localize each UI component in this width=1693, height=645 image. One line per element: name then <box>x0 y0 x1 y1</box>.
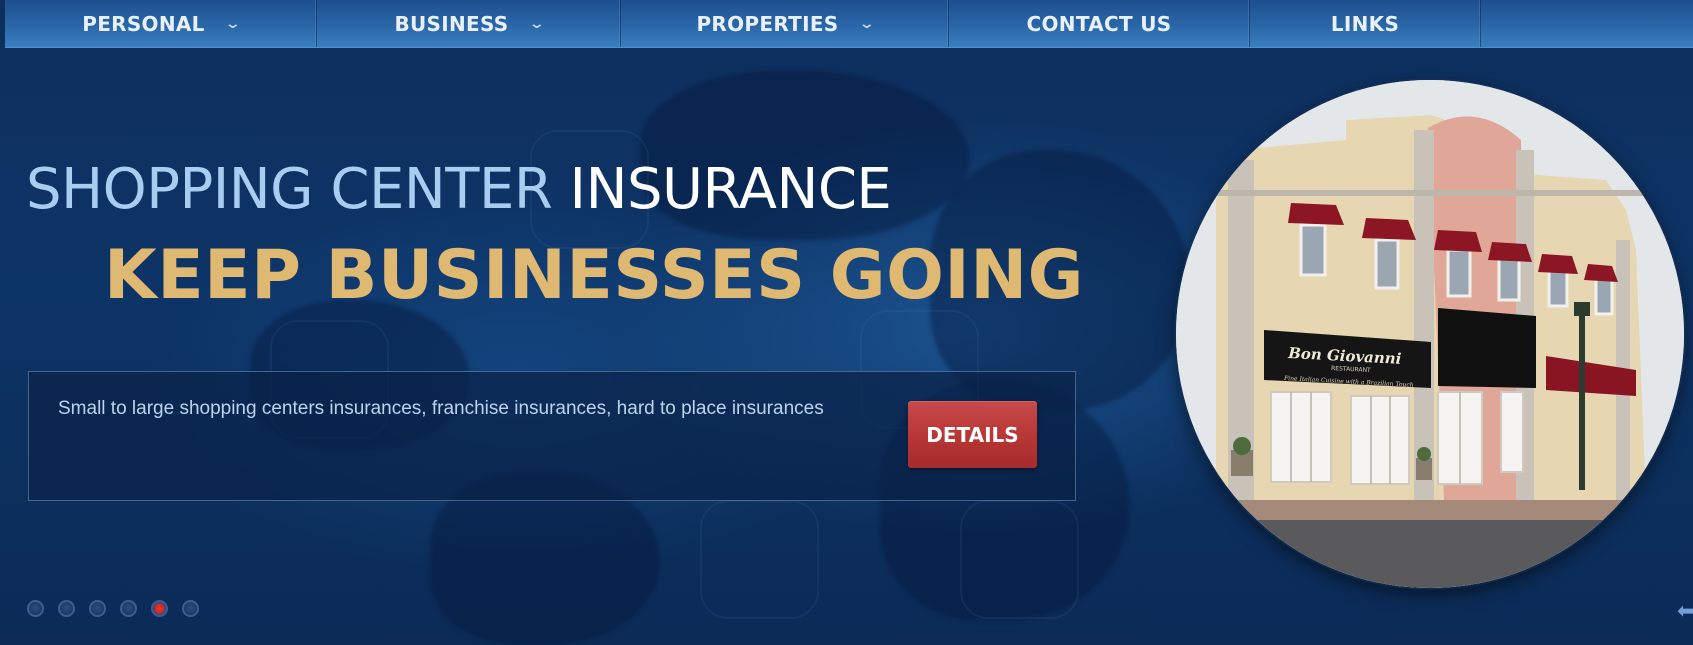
nav-item-label: LINKS <box>1330 11 1400 36</box>
slider-dot-1[interactable] <box>27 600 44 617</box>
building-illustration: Bon Giovanni RESTAURANT Fine Italian Cui… <box>1176 80 1684 588</box>
nav-item-label: PROPERTIES <box>696 11 839 36</box>
slider-dot-6[interactable] <box>182 600 199 617</box>
nav-item-properties[interactable]: PROPERTIES ⌄ <box>621 0 949 47</box>
chevron-down-icon: ⌄ <box>528 15 545 32</box>
shopping-center-photo: Bon Giovanni RESTAURANT Fine Italian Cui… <box>1176 80 1684 588</box>
map-tile <box>700 500 819 619</box>
arrow-left-icon[interactable]: ⬅ <box>1677 600 1693 622</box>
headline-part-2: INSURANCE <box>552 157 892 222</box>
chevron-down-icon: ⌄ <box>858 15 875 32</box>
nav-item-personal[interactable]: PERSONAL ⌄ <box>5 0 317 47</box>
description-box: Small to large shopping centers insuranc… <box>28 371 1076 501</box>
map-tile <box>960 500 1079 619</box>
slider-dot-2[interactable] <box>58 600 75 617</box>
nav-filler <box>1481 0 1693 47</box>
hero-slider: PERSONAL ⌄ BUSINESS ⌄ PROPERTIES ⌄ CONTA… <box>0 0 1693 645</box>
nav-item-label: PERSONAL <box>82 11 205 36</box>
hero-tagline: KEEP BUSINESSES GOING <box>104 236 1084 315</box>
nav-item-business[interactable]: BUSINESS ⌄ <box>317 0 621 47</box>
main-nav: PERSONAL ⌄ BUSINESS ⌄ PROPERTIES ⌄ CONTA… <box>5 0 1693 48</box>
nav-item-label: BUSINESS <box>394 11 509 36</box>
slider-dot-4[interactable] <box>120 600 137 617</box>
slider-dot-5[interactable] <box>151 600 168 617</box>
nav-item-contact-us[interactable]: CONTACT US <box>949 0 1250 47</box>
hero-headline: SHOPPING CENTER INSURANCE <box>26 162 892 218</box>
hero-description: Small to large shopping centers insuranc… <box>58 398 824 419</box>
slider-dot-3[interactable] <box>89 600 106 617</box>
slider-pager <box>27 600 199 617</box>
nav-item-links[interactable]: LINKS <box>1250 0 1481 47</box>
details-button[interactable]: DETAILS <box>908 401 1037 468</box>
chevron-down-icon: ⌄ <box>224 15 242 32</box>
headline-part-1: SHOPPING CENTER <box>26 157 553 222</box>
nav-item-label: CONTACT US <box>1026 11 1172 36</box>
